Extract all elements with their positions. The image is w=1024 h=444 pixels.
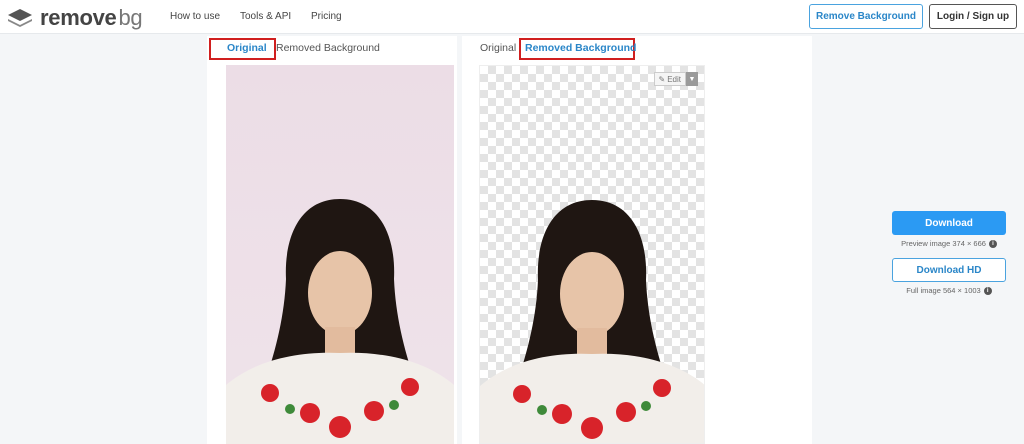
- edit-main[interactable]: ✎ Edit: [653, 72, 686, 86]
- login-signup-button[interactable]: Login / Sign up: [929, 4, 1017, 29]
- layers-logo-icon: [8, 9, 32, 27]
- portrait-figure: [480, 200, 704, 443]
- tab-highlight-box: [209, 38, 276, 60]
- edit-label: Edit: [667, 74, 681, 84]
- original-image: [226, 65, 454, 444]
- nav-how-to-use[interactable]: How to use: [170, 11, 220, 22]
- tab-removed-background[interactable]: Removed Background: [276, 42, 380, 54]
- info-icon[interactable]: i: [983, 287, 992, 296]
- top-navbar: removebg How to use Tools & API Pricing …: [0, 0, 1024, 34]
- original-panel: Original Removed Background: [207, 36, 457, 444]
- preview-caption-text: Preview image 374 × 666: [901, 239, 986, 248]
- remove-background-button[interactable]: Remove Background: [809, 4, 923, 29]
- removed-background-image: ✎ Edit ▼: [479, 65, 705, 444]
- logo[interactable]: removebg: [6, 5, 143, 31]
- tab-original[interactable]: Original: [480, 42, 516, 54]
- edit-button[interactable]: ✎ Edit ▼: [653, 72, 698, 86]
- nav-tools-api[interactable]: Tools & API: [240, 11, 291, 22]
- info-icon[interactable]: i: [988, 240, 997, 249]
- chevron-down-icon[interactable]: ▼: [686, 72, 698, 86]
- full-image-caption: Full image 564 × 1003 i: [880, 286, 1018, 296]
- portrait-figure: [226, 199, 454, 444]
- removed-background-panel: Original Removed Background ✎ Edit ▼: [462, 36, 812, 444]
- tab-removed-background[interactable]: Removed Background: [525, 42, 636, 54]
- pencil-icon: ✎: [658, 74, 666, 84]
- nav-pricing[interactable]: Pricing: [311, 11, 342, 22]
- logo-text: removebg: [40, 5, 143, 30]
- download-hd-button[interactable]: Download HD: [892, 258, 1006, 282]
- preview-caption: Preview image 374 × 666 i: [880, 239, 1018, 249]
- download-button[interactable]: Download: [892, 211, 1006, 235]
- full-image-caption-text: Full image 564 × 1003: [906, 286, 981, 295]
